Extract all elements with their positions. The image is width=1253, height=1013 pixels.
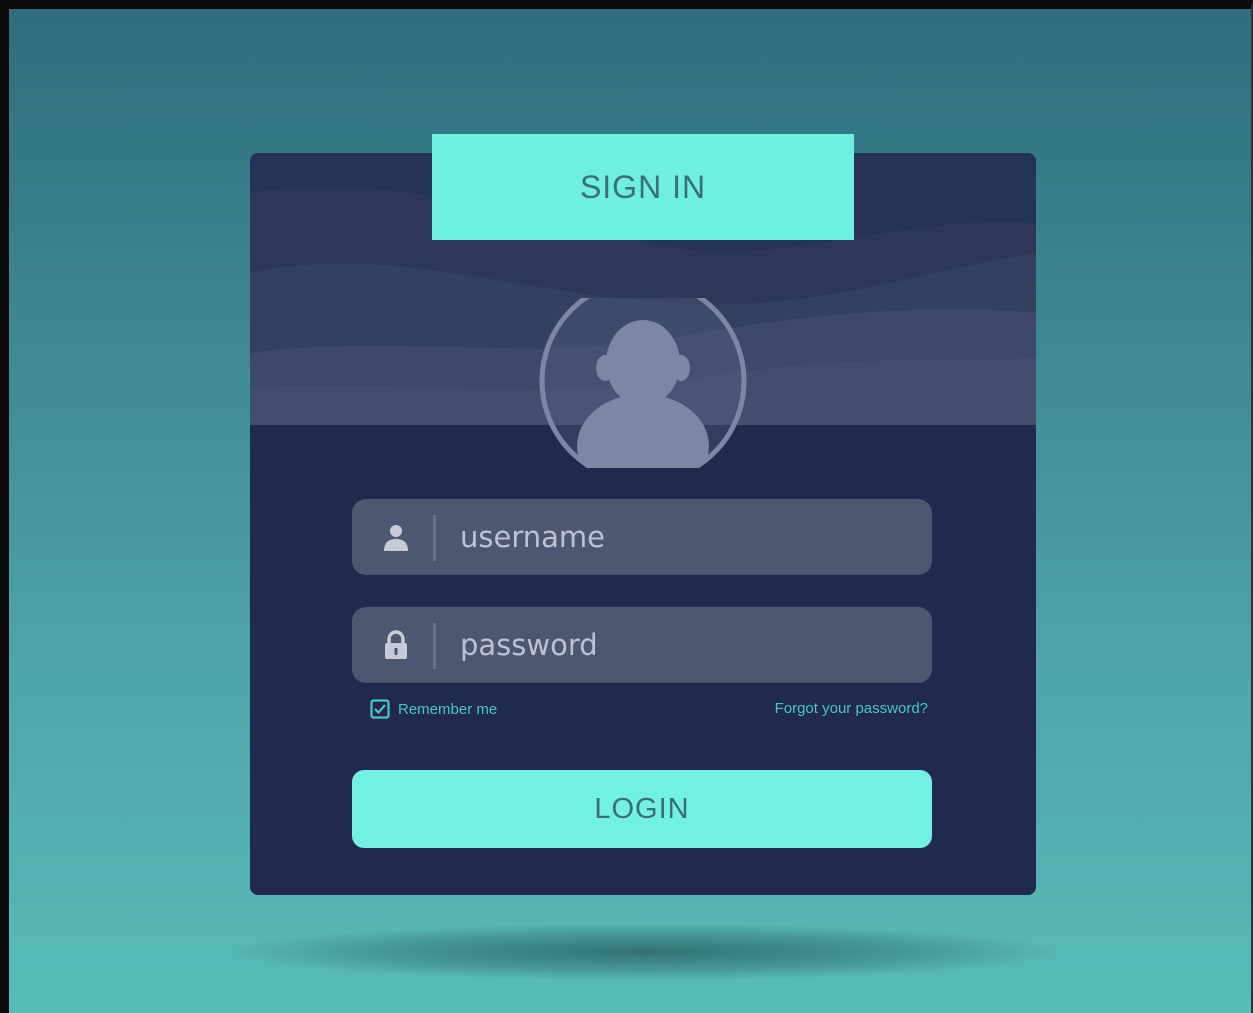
password-field[interactable] xyxy=(352,607,932,683)
field-divider xyxy=(433,515,436,561)
password-input[interactable] xyxy=(460,607,910,683)
user-avatar-icon xyxy=(539,298,747,468)
user-icon xyxy=(384,525,408,551)
username-input[interactable] xyxy=(460,499,910,575)
remember-me-label: Remember me xyxy=(398,700,498,718)
forgot-password-link[interactable]: Forgot your password? xyxy=(728,700,928,717)
lock-icon xyxy=(385,630,407,659)
remember-me-checkbox[interactable]: Remember me xyxy=(370,698,497,720)
login-button[interactable]: LOGIN xyxy=(352,770,932,848)
sign-in-title: SIGN IN xyxy=(432,134,854,240)
page-background: SIGN IN username Remember me Forgot your… xyxy=(0,0,1253,1013)
username-field[interactable] xyxy=(352,499,932,575)
field-divider xyxy=(433,623,436,669)
checkbox-icon[interactable] xyxy=(370,699,390,719)
card-shadow xyxy=(234,924,1054,980)
